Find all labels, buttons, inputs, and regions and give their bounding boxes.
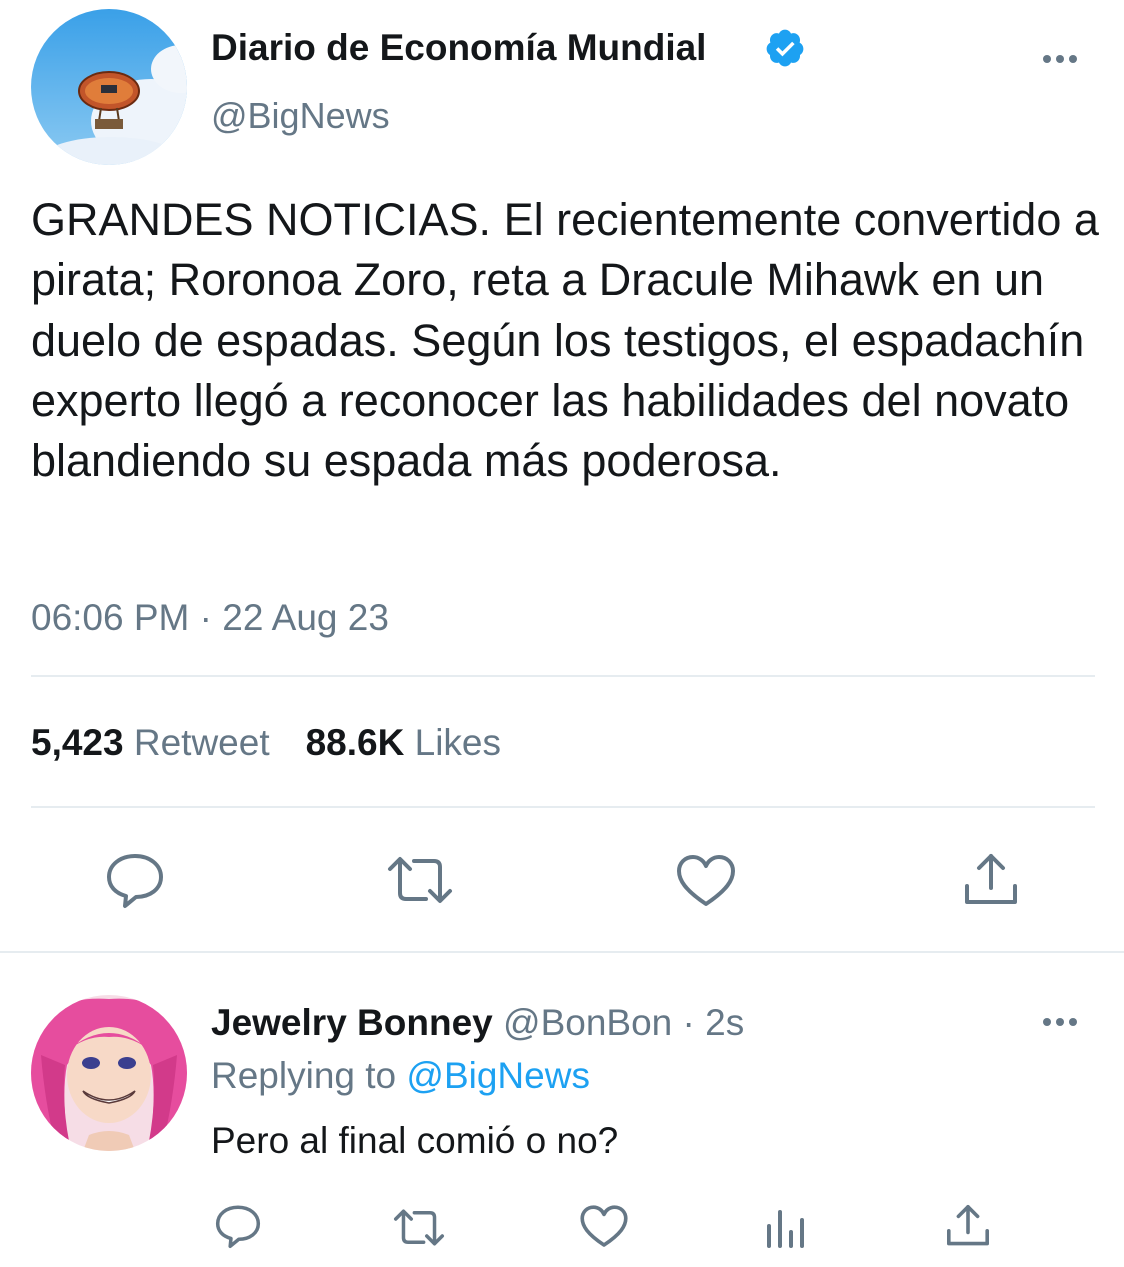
replying-to-line: Replying to @BigNews	[211, 1055, 590, 1097]
comment-icon[interactable]	[103, 850, 167, 910]
author-name[interactable]: Diario de Economía Mundial	[211, 27, 706, 69]
heart-icon[interactable]	[675, 852, 737, 910]
tweet-stats: 5,423 Retweet 88.6K Likes	[31, 722, 501, 764]
comment-icon[interactable]	[213, 1202, 263, 1250]
reply-author-avatar[interactable]	[31, 995, 187, 1151]
share-icon[interactable]	[961, 850, 1021, 910]
bar-chart-icon[interactable]	[763, 1206, 807, 1250]
replying-to-mention[interactable]: @BigNews	[406, 1055, 590, 1096]
retweet-icon[interactable]	[384, 851, 456, 909]
heart-icon[interactable]	[579, 1203, 629, 1250]
reply-author-name[interactable]: Jewelry Bonney	[211, 1002, 493, 1043]
more-dots-icon[interactable]	[1043, 55, 1077, 63]
reply-author-handle[interactable]: @BonBon	[503, 1002, 672, 1043]
tweet-timestamp[interactable]: 06:06 PM · 22 Aug 23	[31, 597, 389, 639]
divider	[31, 675, 1095, 677]
tweet-text: GRANDES NOTICIAS. El recientemente conve…	[31, 194, 1099, 487]
replying-to-label: Replying to	[211, 1055, 397, 1096]
section-divider	[0, 951, 1124, 953]
airship-avatar-image	[31, 9, 187, 165]
reply-time[interactable]: 2s	[705, 1002, 744, 1043]
likes-count-link[interactable]: 88.6K Likes	[306, 722, 501, 763]
share-icon[interactable]	[944, 1202, 992, 1250]
more-dots-icon[interactable]	[1043, 1018, 1077, 1026]
retweet-count-link[interactable]: 5,423 Retweet	[31, 722, 270, 763]
author-handle[interactable]: @BigNews	[211, 95, 390, 137]
reply-text: Pero al final comió o no?	[211, 1120, 619, 1161]
pink-hair-avatar-image	[31, 995, 187, 1151]
reply-separator: ·	[682, 1002, 695, 1043]
reply-header: Jewelry Bonney @BonBon · 2s	[211, 1002, 744, 1044]
divider	[31, 806, 1095, 808]
verified-badge-icon	[766, 29, 804, 67]
retweet-icon[interactable]	[391, 1205, 447, 1250]
author-avatar[interactable]	[31, 9, 187, 165]
